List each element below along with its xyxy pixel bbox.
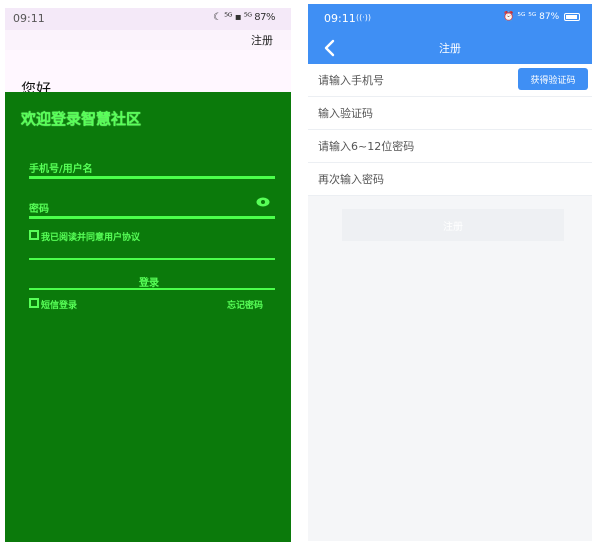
get-code-button[interactable]: 获得验证码 bbox=[518, 68, 588, 90]
login-button[interactable]: 登录 bbox=[139, 274, 159, 289]
left-status-icons: ☾ ⁵ᴳ ▪ ⁵ᴳ 87% bbox=[213, 12, 275, 23]
welcome-heading: 欢迎登录智慧社区 bbox=[21, 110, 142, 128]
glitched-login-area: 欢迎登录智慧社区 手机号/用户名 密码 我已阅读并同意用户协议 登录 短信登录 … bbox=[5, 92, 291, 542]
login-button-top-edge bbox=[29, 258, 275, 260]
phone-input[interactable] bbox=[318, 64, 518, 96]
phone-field-underline bbox=[29, 176, 275, 179]
confirm-password-row bbox=[308, 163, 592, 196]
right-phone-screen: 09:11 ((·)) ⏰ ⁵ᴳ ⁵ᴳ 87% 注册 获得验证码 注册 bbox=[308, 4, 592, 541]
agree-checkbox[interactable] bbox=[29, 230, 39, 240]
register-button[interactable]: 注册 bbox=[342, 209, 564, 241]
agree-label: 我已阅读并同意用户协议 bbox=[41, 233, 141, 243]
verification-code-input[interactable] bbox=[318, 97, 518, 129]
left-header: 注册 bbox=[5, 30, 291, 50]
nav-bar: 注册 bbox=[308, 32, 592, 64]
hotspot-icon: ((·)) bbox=[356, 13, 372, 22]
right-status-icons: ⏰ ⁵ᴳ ⁵ᴳ 87% bbox=[503, 12, 580, 22]
right-status-icon-text: ⏰ ⁵ᴳ ⁵ᴳ 87% bbox=[503, 12, 560, 22]
confirm-password-input[interactable] bbox=[318, 163, 518, 195]
password-row bbox=[308, 130, 592, 163]
sms-login-icon bbox=[29, 298, 39, 308]
login-button-bottom-edge bbox=[29, 288, 275, 290]
password-field-underline bbox=[29, 216, 275, 219]
register-link[interactable]: 注册 bbox=[251, 32, 273, 48]
code-row bbox=[308, 97, 592, 130]
right-status-bar: 09:11 ((·)) ⏰ ⁵ᴳ ⁵ᴳ 87% bbox=[308, 4, 592, 32]
phone-row: 获得验证码 bbox=[308, 64, 592, 97]
left-phone-screen: 09:11 ☾ ⁵ᴳ ▪ ⁵ᴳ 87% 注册 您好 欢迎登录智慧社区 手机号/用… bbox=[5, 8, 291, 542]
phone-username-field[interactable]: 手机号/用户名 bbox=[29, 160, 93, 175]
left-status-time: 09:11 bbox=[13, 12, 45, 25]
sms-login-link[interactable]: 短信登录 bbox=[41, 298, 77, 311]
password-field[interactable]: 密码 bbox=[29, 200, 49, 215]
page-title: 注册 bbox=[439, 42, 461, 55]
forgot-password-link[interactable]: 忘记密码 bbox=[227, 298, 263, 311]
password-input[interactable] bbox=[318, 130, 518, 162]
battery-icon bbox=[564, 12, 580, 21]
right-status-time: 09:11 bbox=[324, 12, 356, 25]
eye-icon[interactable] bbox=[256, 196, 270, 208]
left-status-bar: 09:11 ☾ ⁵ᴳ ▪ ⁵ᴳ 87% bbox=[5, 8, 291, 30]
